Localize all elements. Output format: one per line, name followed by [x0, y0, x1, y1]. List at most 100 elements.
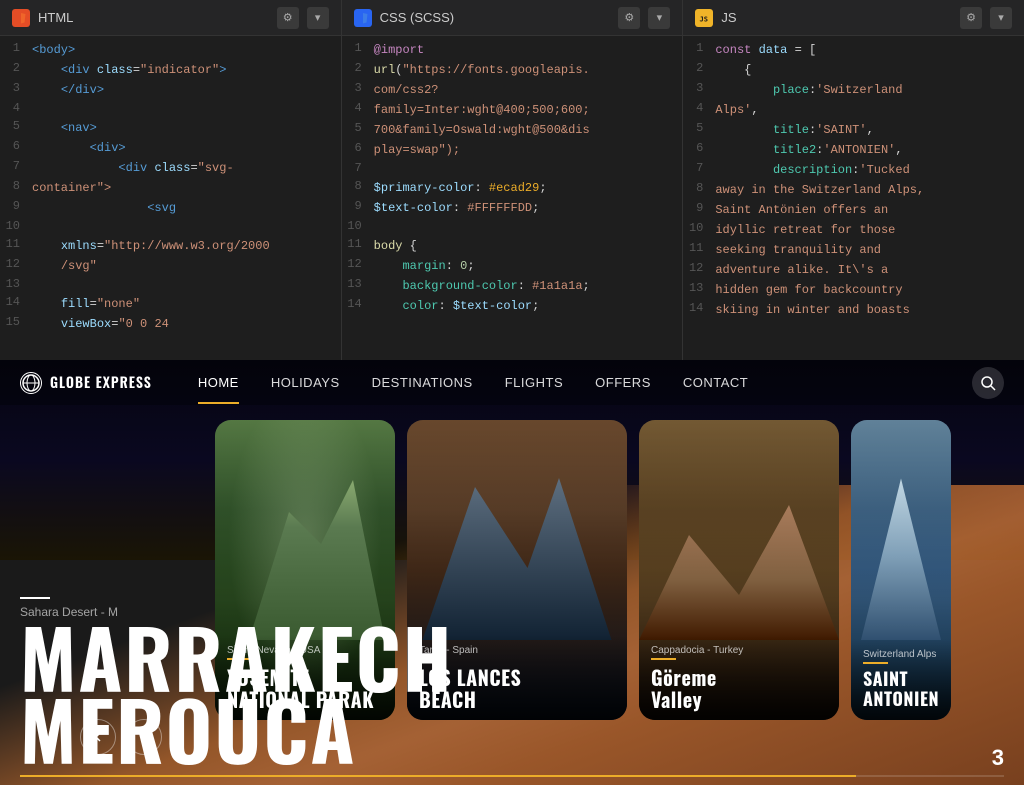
- card-location: Cappadocia - Turkey: [651, 645, 827, 656]
- navbar: GLOBE EXPRESS HOME HOLIDAYS DESTINATIONS…: [0, 360, 1024, 405]
- code-line: 1@import: [342, 40, 683, 60]
- code-line: 7 <div class="svg-: [0, 158, 341, 178]
- js-tab-controls: ⚙ ▾: [960, 7, 1012, 29]
- code-line: 1const data = [: [683, 40, 1024, 60]
- nav-logo: GLOBE EXPRESS: [20, 372, 152, 394]
- svg-text:JS: JS: [700, 15, 708, 23]
- code-line: 7 description:'Tucked: [683, 160, 1024, 180]
- html-settings-btn[interactable]: ⚙: [277, 7, 299, 29]
- code-line: 8away in the Switzerland Alps,: [683, 180, 1024, 200]
- progress-bar: [20, 775, 1004, 777]
- code-line: 3 </div>: [0, 80, 341, 100]
- code-line: 10: [342, 218, 683, 236]
- nav-link-offers[interactable]: OFFERS: [579, 375, 667, 390]
- code-line: 8$primary-color: #ecad29;: [342, 178, 683, 198]
- code-line: 13 background-color: #1a1a1a;: [342, 276, 683, 296]
- code-line: 3 place:'Switzerland: [683, 80, 1024, 100]
- code-line: 15 viewBox="0 0 24: [0, 314, 341, 334]
- code-line: 2url("https://fonts.googleapis.: [342, 60, 683, 80]
- code-line: 5 <nav>: [0, 118, 341, 138]
- editor-section: HTML ⚙ ▾ 1<body> 2 <div class="indicator…: [0, 0, 1024, 360]
- nav-link-home[interactable]: HOME: [182, 375, 255, 390]
- code-line: 11 xmlns="http://www.w3.org/2000: [0, 236, 341, 256]
- card-location: Switzerland Alps: [863, 649, 939, 660]
- next-arrow[interactable]: [126, 719, 162, 755]
- code-line: 13hidden gem for backcountry: [683, 280, 1024, 300]
- css-editor-body: 1@import 2url("https://fonts.googleapis.…: [342, 36, 683, 360]
- code-line: 8container">: [0, 178, 341, 198]
- code-line: 10: [0, 218, 341, 236]
- code-line: 6play=swap");: [342, 140, 683, 160]
- code-line: 12adventure alike. It\'s a: [683, 260, 1024, 280]
- code-line: 6 <div>: [0, 138, 341, 158]
- slide-number: 3: [992, 745, 1004, 771]
- nav-link-contact[interactable]: CONTACT: [667, 375, 764, 390]
- nav-links: HOME HOLIDAYS DESTINATIONS FLIGHTS OFFER…: [182, 375, 972, 390]
- js-collapse-btn[interactable]: ▾: [990, 7, 1012, 29]
- code-line: 5 title:'SAINT',: [683, 120, 1024, 140]
- code-line: 14 color: $text-color;: [342, 296, 683, 316]
- js-settings-btn[interactable]: ⚙: [960, 7, 982, 29]
- code-line: 12 /svg": [0, 256, 341, 276]
- globe-icon: [20, 372, 42, 394]
- code-line: 6 title2:'ANTONIEN',: [683, 140, 1024, 160]
- code-line: 4family=Inter:wght@400;500;600;: [342, 100, 683, 120]
- css-settings-btn[interactable]: ⚙: [618, 7, 640, 29]
- css-tab-left: CSS (SCSS): [354, 9, 454, 27]
- code-line: 11body {: [342, 236, 683, 256]
- code-line: 10idyllic retreat for those: [683, 220, 1024, 240]
- code-line: 7: [342, 160, 683, 178]
- code-line: 12 margin: 0;: [342, 256, 683, 276]
- code-line: 13: [0, 276, 341, 294]
- js-tab-icon: JS: [695, 9, 713, 27]
- preview-section: GLOBE EXPRESS HOME HOLIDAYS DESTINATIONS…: [0, 360, 1024, 785]
- card-dash: [863, 662, 888, 664]
- js-panel: JS JS ⚙ ▾ 1const data = [ 2 { 3 place:'S…: [683, 0, 1024, 360]
- js-tab: JS JS ⚙ ▾: [683, 0, 1024, 36]
- code-line: 1<body>: [0, 40, 341, 60]
- code-line: 4Alps',: [683, 100, 1024, 120]
- progress-fill: [20, 775, 856, 777]
- prev-arrow[interactable]: [80, 719, 116, 755]
- logo-text: GLOBE EXPRESS: [50, 372, 152, 393]
- css-panel: CSS (SCSS) ⚙ ▾ 1@import 2url("https://fo…: [342, 0, 684, 360]
- css-tab-icon: [354, 9, 372, 27]
- html-collapse-btn[interactable]: ▾: [307, 7, 329, 29]
- js-tab-left: JS JS: [695, 9, 736, 27]
- code-line: 11seeking tranquility and: [683, 240, 1024, 260]
- css-tab-controls: ⚙ ▾: [618, 7, 670, 29]
- code-line: 9Saint Antönien offers an: [683, 200, 1024, 220]
- code-line: 2 <div class="indicator">: [0, 60, 341, 80]
- code-line: 3com/css2?: [342, 80, 683, 100]
- dest-card-saint-antonien[interactable]: Switzerland Alps SAINT ANTONIEN: [851, 420, 951, 720]
- nav-link-holidays[interactable]: HOLIDAYS: [255, 375, 356, 390]
- card-dash: [651, 658, 676, 660]
- code-line: 14 fill="none": [0, 294, 341, 314]
- nav-link-flights[interactable]: FLIGHTS: [489, 375, 579, 390]
- code-line: 9$text-color: #FFFFFFDD;: [342, 198, 683, 218]
- html-tab-icon: [12, 9, 30, 27]
- code-line: 5700&family=Oswald:wght@500&dis: [342, 120, 683, 140]
- code-line: 14skiing in winter and boasts: [683, 300, 1024, 320]
- card-bottom: Switzerland Alps SAINT ANTONIEN: [851, 639, 951, 720]
- html-tab-title: HTML: [38, 10, 73, 25]
- js-editor-body: 1const data = [ 2 { 3 place:'Switzerland…: [683, 36, 1024, 360]
- card-bottom: Cappadocia - Turkey Göreme Valley: [639, 635, 839, 720]
- js-tab-title: JS: [721, 10, 736, 25]
- nav-arrows: [80, 719, 162, 755]
- tab-left: HTML: [12, 9, 73, 27]
- html-panel: HTML ⚙ ▾ 1<body> 2 <div class="indicator…: [0, 0, 342, 360]
- code-line: 4: [0, 100, 341, 118]
- html-tab-controls: ⚙ ▾: [277, 7, 329, 29]
- css-tab-title: CSS (SCSS): [380, 10, 454, 25]
- code-line: 9 <svg: [0, 198, 341, 218]
- search-button[interactable]: [972, 367, 1004, 399]
- nav-link-destinations[interactable]: DESTINATIONS: [356, 375, 489, 390]
- css-collapse-btn[interactable]: ▾: [648, 7, 670, 29]
- dest-card-goreme[interactable]: Cappadocia - Turkey Göreme Valley: [639, 420, 839, 720]
- html-editor-body: 1<body> 2 <div class="indicator"> 3 </di…: [0, 36, 341, 360]
- css-tab: CSS (SCSS) ⚙ ▾: [342, 0, 683, 36]
- card-title2: Valley: [651, 688, 827, 710]
- card-title2: ANTONIEN: [863, 690, 939, 710]
- code-line: 2 {: [683, 60, 1024, 80]
